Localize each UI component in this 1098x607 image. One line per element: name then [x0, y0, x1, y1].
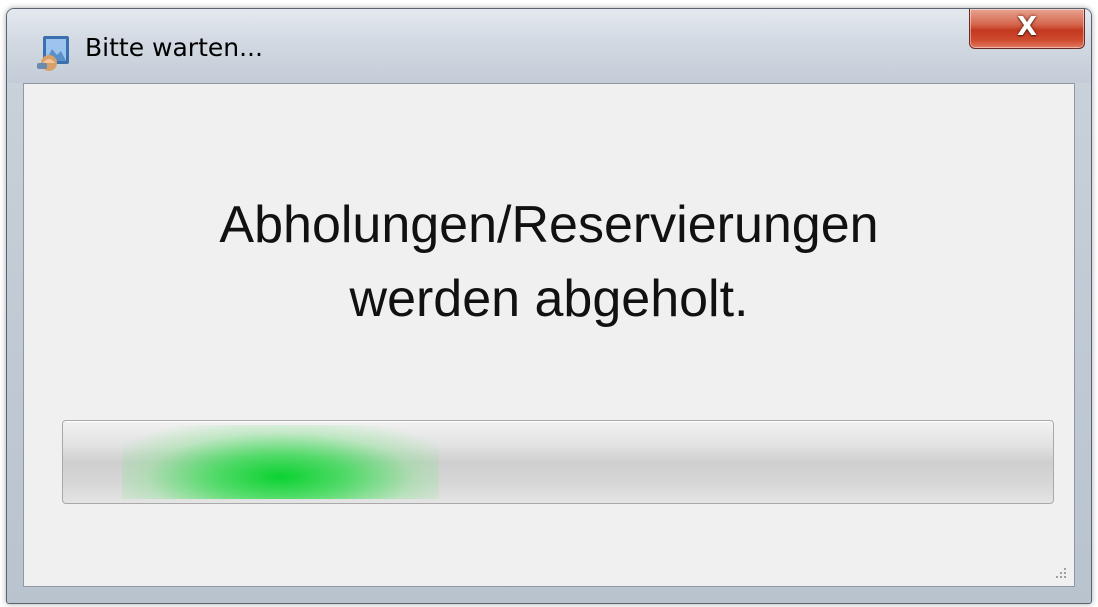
status-message-line1: Abholungen/Reservierungen: [219, 196, 879, 254]
progress-bar: [62, 420, 1054, 504]
dialog-content: Abholungen/Reservierungen werden abgehol…: [23, 83, 1075, 587]
progress-indicator: [122, 425, 440, 499]
title-bar[interactable]: Bitte warten... X: [7, 9, 1091, 83]
status-message: Abholungen/Reservierungen werden abgehol…: [24, 188, 1074, 336]
close-button[interactable]: X: [969, 9, 1085, 49]
status-message-line2: werden abgeholt.: [349, 270, 749, 328]
dialog-window: Bitte warten... X Abholungen/Reservierun…: [6, 8, 1092, 604]
window-title: Bitte warten...: [85, 33, 263, 62]
resize-grip-icon[interactable]: [1052, 564, 1068, 580]
close-icon: X: [1016, 12, 1038, 42]
app-icon: [37, 36, 69, 71]
